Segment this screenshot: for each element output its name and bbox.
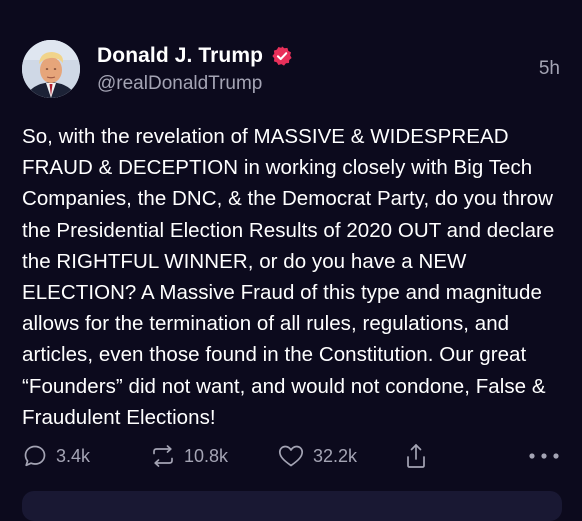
share-button[interactable] — [405, 440, 427, 472]
repost-button[interactable]: 10.8k — [150, 440, 228, 472]
reply-composer-bar[interactable] — [22, 491, 562, 521]
author-name-row: Donald J. Trump — [97, 44, 293, 68]
more-icon — [529, 453, 559, 459]
repost-count: 10.8k — [184, 445, 229, 466]
post-card: Donald J. Trump @realDonaldTrump 5h So, … — [0, 0, 582, 521]
reply-count: 3.4k — [56, 445, 91, 466]
heart-icon — [278, 445, 304, 467]
reply-icon — [24, 445, 46, 467]
repost-icon — [153, 445, 173, 467]
reply-button[interactable]: 3.4k — [22, 440, 90, 472]
avatar-icon — [22, 40, 80, 98]
post-actions: 3.4k 10.8k 32.2k — [22, 440, 562, 472]
avatar[interactable] — [22, 40, 80, 98]
author-display-name[interactable]: Donald J. Trump — [97, 44, 263, 68]
like-button[interactable]: 32.2k — [277, 440, 357, 472]
verified-badge-icon — [271, 45, 293, 67]
like-count: 32.2k — [313, 445, 358, 466]
share-icon — [407, 444, 425, 468]
more-options-button[interactable] — [528, 440, 560, 472]
author-handle[interactable]: @realDonaldTrump — [97, 73, 262, 95]
post-timestamp[interactable]: 5h — [539, 58, 560, 80]
post-text: So, with the revelation of MASSIVE & WID… — [22, 125, 555, 429]
